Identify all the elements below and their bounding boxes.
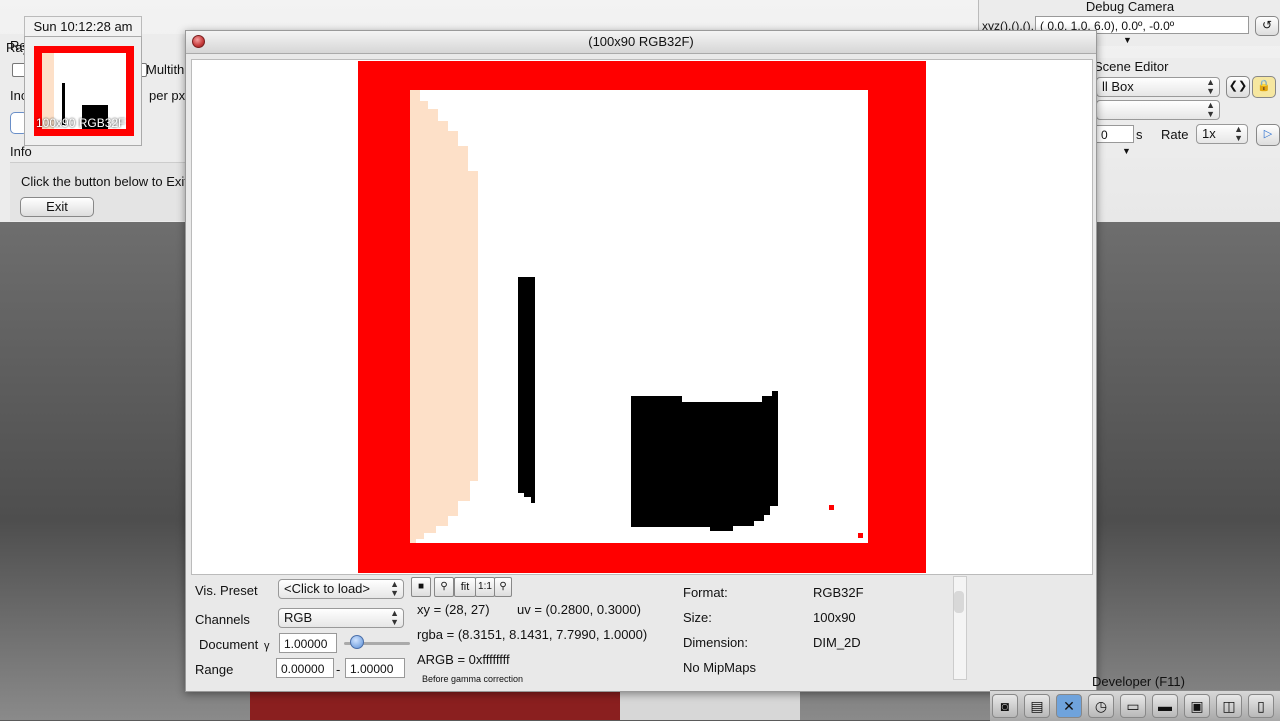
note-icon[interactable]: ▭ [1120,694,1146,718]
pixel-xy: xy = (28, 27) [417,602,490,617]
pixel-rgba: rgba = (8.3151, 8.1431, 7.7990, 1.0000) [417,627,648,642]
pixel-argb: ARGB = 0xffffffff [417,652,510,667]
document-icon[interactable]: ▯ [1248,694,1274,718]
dimension-label: Dimension: [683,635,749,650]
windows-icon[interactable]: ▣ [1184,694,1210,718]
vis-preset-select[interactable]: <Click to load> ▲ ▼ [278,579,404,599]
select-arrows-icon: ▲ ▼ [390,608,399,627]
one-to-one-button[interactable]: 1:1 [475,577,495,597]
collapse-icon[interactable]: ▼ [1123,35,1132,45]
collapse-icon[interactable]: ▼ [1122,146,1131,156]
select-arrows-icon: ▲ ▼ [1234,124,1243,143]
clock: Sun 10:12:28 am [24,16,142,38]
rate-select-value: 1x [1202,126,1216,141]
camera-reset-button[interactable]: ↺ [1255,16,1279,36]
developer-label: Developer (F11) [1092,674,1185,689]
format-label: Format: [683,585,728,600]
save-icon[interactable]: ■ [411,577,431,597]
range-max-field[interactable]: 1.00000 [345,658,405,678]
gamma-note: Before gamma correction [422,674,524,684]
link-button[interactable]: ❮❯ [1226,76,1250,98]
per-px-label: per px [149,88,186,103]
red-pixel [858,533,863,538]
texture-preview[interactable] [358,61,926,573]
pixel-uv: uv = (0.2800, 0.3000) [517,602,641,617]
camera-icon[interactable]: ◙ [992,694,1018,718]
window-title: (100x90 RGB32F) [588,34,694,49]
property-select[interactable]: ▲ ▼ [1096,100,1220,120]
terminal-icon[interactable]: ▬ [1152,694,1178,718]
lock-icon[interactable]: 🔒 [1252,76,1276,98]
rate-label: Rate [1161,127,1189,142]
monitor-icon[interactable]: ◫ [1216,694,1242,718]
scene-editor-title: Scene Editor [1094,59,1169,74]
tool-dock: ◙ ▤ ✕ ◷ ▭ ▬ ▣ ◫ ▯ [990,690,1280,721]
time-unit: s [1136,127,1143,142]
document-label: Document [199,637,259,652]
scene-red-floor [250,690,620,720]
thumbnail-label: 100x90 RGB32F [36,116,126,130]
object-select-value: ll Box [1102,79,1134,94]
clapper-icon[interactable]: ▤ [1024,694,1050,718]
time-field[interactable]: 0 [1096,125,1134,143]
peach-wall [410,90,478,543]
tools-icon[interactable]: ✕ [1056,694,1082,718]
gamma-slider-knob[interactable] [350,635,365,649]
debug-camera-title: Debug Camera [1085,0,1175,14]
black-pillar [518,277,535,503]
range-min-field[interactable]: 0.00000 [276,658,334,678]
info-text: Click the button below to Exit [21,174,188,189]
object-select[interactable]: ll Box ▲ ▼ [1096,77,1220,97]
select-arrows-icon: ▲ ▼ [1206,77,1215,96]
range-dash: - [336,662,341,677]
scene-white-floor [620,690,800,720]
channels-select[interactable]: RGB ▲ ▼ [278,608,404,628]
gamma-field[interactable]: 1.00000 [279,633,337,653]
size-label: Size: [683,610,712,625]
scene-editor-panel: Scene Editor ll Box ▲ ▼ ❮❯ 🔒 ▲ ▼ 0 s Rate … [1092,58,1280,158]
size-value: 100x90 [813,610,856,625]
play-icon[interactable]: ▷ [1256,124,1280,146]
info-label: Info [10,144,32,159]
gamma-symbol: γ [264,640,270,652]
clock-icon[interactable]: ◷ [1088,694,1114,718]
mipmaps-label: No MipMaps [683,660,756,675]
select-arrows-icon: ▲ ▼ [1206,100,1215,119]
select-arrows-icon: ▲ ▼ [390,579,399,598]
black-box [631,391,778,531]
channels-label: Channels [195,612,250,627]
vis-preset-value: <Click to load> [284,581,370,596]
eyedropper-icon[interactable]: ⚲ [434,577,454,597]
red-pixel [829,505,834,510]
scrollbar-thumb[interactable] [954,591,964,613]
format-value: RGB32F [813,585,864,600]
pin-icon[interactable]: ⚲ [494,577,512,597]
range-label: Range [195,662,234,677]
channels-value: RGB [284,610,313,625]
vis-preset-label: Vis. Preset [195,583,258,598]
dimension-value: DIM_2D [813,635,861,650]
image-viewer-window: (100x90 RGB32F) Vis. Preset <Click to lo… [185,30,1097,692]
exit-button[interactable]: Exit [20,197,94,217]
fit-button[interactable]: fit [454,577,476,597]
multithread-label: Multith [146,62,185,77]
rate-select[interactable]: 1x ▲ ▼ [1196,124,1248,144]
